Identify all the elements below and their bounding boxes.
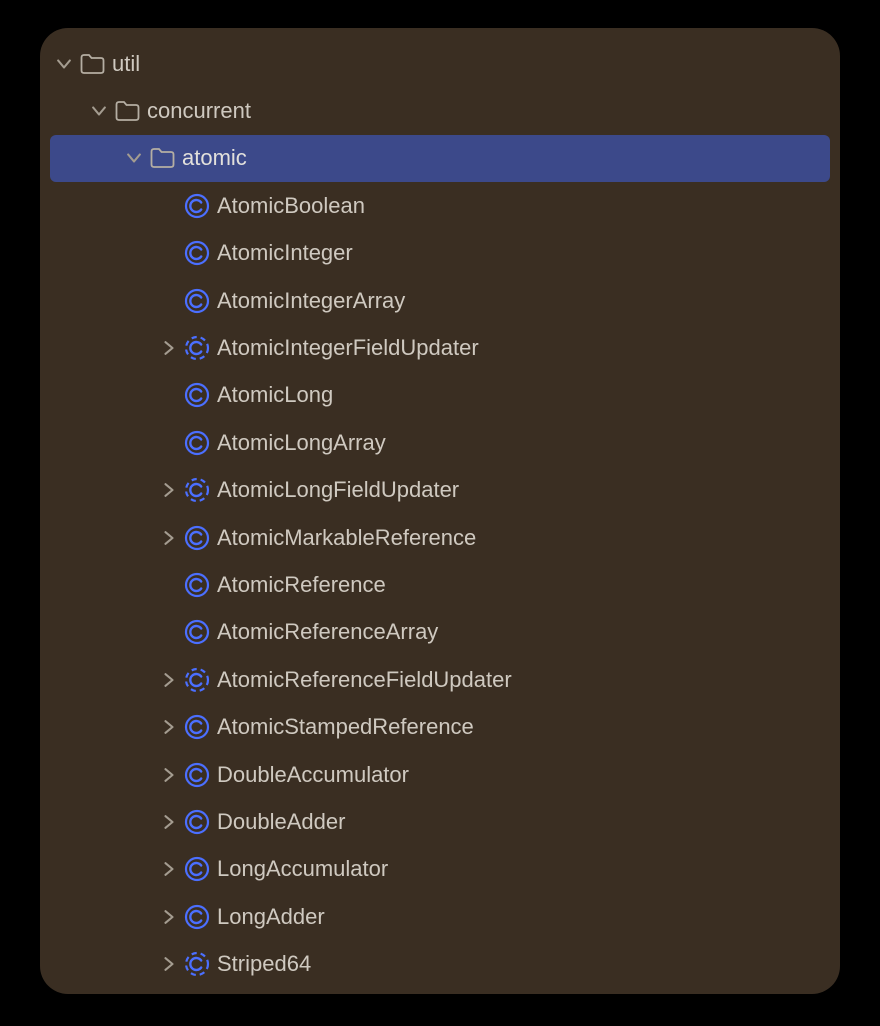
tree-item-label: AtomicStampedReference xyxy=(215,714,474,740)
chevron-down-icon[interactable] xyxy=(89,104,109,118)
tree-item[interactable]: AtomicIntegerArray xyxy=(40,277,840,324)
tree-item[interactable]: AtomicLongArray xyxy=(40,419,840,466)
tree-item-label: AtomicBoolean xyxy=(215,193,365,219)
class-icon xyxy=(179,619,215,645)
folder-icon xyxy=(74,53,110,75)
tree-item-label: AtomicReference xyxy=(215,572,386,598)
chevron-right-icon[interactable] xyxy=(159,815,179,829)
tree-item[interactable]: AtomicIntegerFieldUpdater xyxy=(40,324,840,371)
tree-item-label: AtomicLongFieldUpdater xyxy=(215,477,459,503)
class-icon xyxy=(179,288,215,314)
tree-item[interactable]: AtomicMarkableReference xyxy=(40,514,840,561)
tree-item-label: AtomicInteger xyxy=(215,240,353,266)
abstract-class-icon xyxy=(179,335,215,361)
chevron-right-icon[interactable] xyxy=(159,910,179,924)
tree-item-label: atomic xyxy=(180,145,247,171)
tree-item[interactable]: AtomicStampedReference xyxy=(40,703,840,750)
tree-item[interactable]: LongAccumulator xyxy=(40,846,840,893)
tree-item-label: AtomicReferenceArray xyxy=(215,619,438,645)
tree-item-label: DoubleAdder xyxy=(215,809,345,835)
class-icon xyxy=(179,856,215,882)
chevron-right-icon[interactable] xyxy=(159,341,179,355)
tree-item[interactable]: Striped64 xyxy=(40,940,840,987)
tree-item-label: Striped64 xyxy=(215,951,311,977)
chevron-right-icon[interactable] xyxy=(159,673,179,687)
tree-item[interactable]: LongAdder xyxy=(40,893,840,940)
tree-item[interactable]: AtomicReferenceFieldUpdater xyxy=(40,656,840,703)
tree-item[interactable]: DoubleAccumulator xyxy=(40,751,840,798)
tree-item-label: AtomicIntegerArray xyxy=(215,288,405,314)
tree-item[interactable]: AtomicReference xyxy=(40,561,840,608)
tree-item-label: DoubleAccumulator xyxy=(215,762,409,788)
chevron-right-icon[interactable] xyxy=(159,768,179,782)
tree-item-label: AtomicLong xyxy=(215,382,333,408)
tree-item[interactable]: AtomicBoolean xyxy=(40,182,840,229)
chevron-right-icon[interactable] xyxy=(159,483,179,497)
tree-item[interactable]: AtomicLongFieldUpdater xyxy=(40,467,840,514)
tree-item-label: AtomicIntegerFieldUpdater xyxy=(215,335,479,361)
class-icon xyxy=(179,193,215,219)
class-icon xyxy=(179,240,215,266)
tree-item-label: AtomicMarkableReference xyxy=(215,525,476,551)
tree-item-label: util xyxy=(110,51,140,77)
tree-item-label: AtomicLongArray xyxy=(215,430,386,456)
abstract-class-icon xyxy=(179,477,215,503)
class-icon xyxy=(179,382,215,408)
class-icon xyxy=(179,762,215,788)
class-icon xyxy=(179,572,215,598)
chevron-down-icon[interactable] xyxy=(124,151,144,165)
abstract-class-icon xyxy=(179,667,215,693)
class-icon xyxy=(179,904,215,930)
chevron-right-icon[interactable] xyxy=(159,531,179,545)
tree-item[interactable]: concurrent xyxy=(40,87,840,134)
folder-icon xyxy=(144,147,180,169)
tree-item-label: LongAccumulator xyxy=(215,856,388,882)
tree-item[interactable]: AtomicInteger xyxy=(40,230,840,277)
folder-icon xyxy=(109,100,145,122)
project-tree-panel: util concurrent atomic AtomicBoolean Ato… xyxy=(40,28,840,994)
tree-item[interactable]: AtomicLong xyxy=(40,372,840,419)
abstract-class-icon xyxy=(179,951,215,977)
class-icon xyxy=(179,809,215,835)
tree-item-label: AtomicReferenceFieldUpdater xyxy=(215,667,512,693)
class-icon xyxy=(179,714,215,740)
tree-item[interactable]: atomic xyxy=(50,135,830,182)
class-icon xyxy=(179,430,215,456)
chevron-right-icon[interactable] xyxy=(159,957,179,971)
chevron-down-icon[interactable] xyxy=(54,57,74,71)
tree-item-label: concurrent xyxy=(145,98,251,124)
chevron-right-icon[interactable] xyxy=(159,862,179,876)
tree-item[interactable]: util xyxy=(40,40,840,87)
tree-item-label: LongAdder xyxy=(215,904,325,930)
class-icon xyxy=(179,525,215,551)
chevron-right-icon[interactable] xyxy=(159,720,179,734)
tree-item[interactable]: DoubleAdder xyxy=(40,798,840,845)
tree-item[interactable]: AtomicReferenceArray xyxy=(40,609,840,656)
